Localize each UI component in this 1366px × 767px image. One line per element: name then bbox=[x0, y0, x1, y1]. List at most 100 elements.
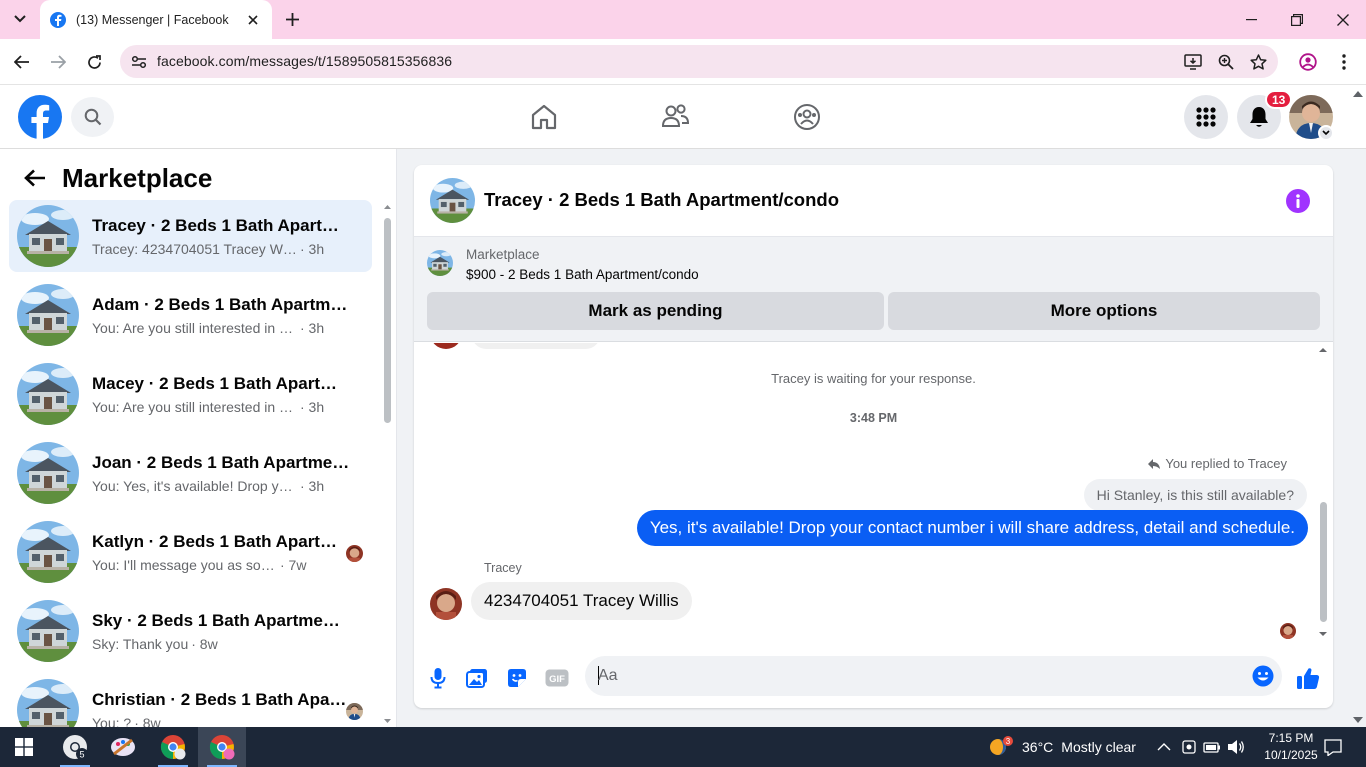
attach-photo-button[interactable] bbox=[461, 662, 493, 694]
plus-icon bbox=[285, 12, 299, 26]
arrow-right-icon bbox=[51, 55, 66, 69]
conversation-item[interactable]: Sky · 2 Beds 1 Bath Apartment/condo Sky:… bbox=[9, 595, 372, 667]
reload-button[interactable] bbox=[79, 47, 109, 77]
show-hidden-icons-button[interactable] bbox=[1155, 738, 1173, 756]
volume-icon[interactable] bbox=[1227, 738, 1245, 756]
system-clock[interactable]: 7:15 PM 10/1/2025 bbox=[1262, 730, 1320, 764]
reply-indicator-text: You replied to Tracey bbox=[1165, 456, 1287, 471]
taskbar-chrome-profile-1[interactable]: 5 bbox=[51, 727, 99, 767]
scrollbar-thumb[interactable] bbox=[384, 218, 391, 423]
voice-clip-button[interactable] bbox=[422, 662, 454, 694]
back-button[interactable] bbox=[7, 47, 37, 77]
kebab-menu-icon bbox=[1342, 54, 1346, 70]
scroll-down-icon bbox=[384, 719, 391, 723]
groups-nav-button[interactable] bbox=[789, 99, 825, 135]
panel-title: Marketplace bbox=[62, 162, 213, 193]
panel-header: Marketplace bbox=[18, 161, 212, 195]
facebook-logo-icon[interactable] bbox=[18, 95, 62, 139]
seen-indicator-avatar bbox=[346, 703, 363, 720]
send-like-button[interactable] bbox=[1292, 662, 1324, 694]
conversation-name: Macey · 2 Beds 1 Bath Apartment/condo bbox=[92, 373, 350, 393]
taskbar-app-paint[interactable] bbox=[99, 727, 147, 767]
scrollbar-thumb[interactable] bbox=[1320, 502, 1327, 622]
taskbar-chrome-profile-3-active[interactable] bbox=[198, 727, 246, 767]
emoji-button[interactable] bbox=[1252, 665, 1274, 687]
listing-title[interactable]: $900 - 2 Beds 1 Bath Apartment/condo bbox=[466, 267, 699, 282]
sender-avatar[interactable] bbox=[430, 588, 462, 620]
battery-icon[interactable] bbox=[1203, 738, 1221, 756]
account-chevron-icon[interactable] bbox=[1318, 125, 1334, 141]
incoming-message[interactable]: 4234704051 Tracey Willis bbox=[471, 582, 692, 620]
conversation-name: Joan · 2 Beds 1 Bath Apartment/condo bbox=[92, 452, 350, 472]
browser-tab-active[interactable]: (13) Messenger | Facebook bbox=[40, 0, 272, 39]
conversation-item[interactable]: Adam · 2 Beds 1 Bath Apartment/condo You… bbox=[9, 279, 372, 351]
grid-menu-icon bbox=[1196, 107, 1216, 127]
scroll-down-icon bbox=[1319, 632, 1327, 636]
conversation-time: · 3h bbox=[300, 398, 325, 415]
menu-button[interactable] bbox=[1184, 95, 1228, 139]
chat-title[interactable]: Tracey · 2 Beds 1 Bath Apartment/condo bbox=[484, 189, 839, 211]
taskbar-chrome-profile-2[interactable] bbox=[149, 727, 197, 767]
conversation-info-button[interactable] bbox=[1286, 189, 1310, 213]
home-nav-button[interactable] bbox=[526, 99, 562, 135]
chat-listing-avatar[interactable] bbox=[430, 178, 475, 223]
message-input[interactable]: Aa bbox=[585, 656, 1282, 696]
mark-as-pending-button[interactable]: Mark as pending bbox=[427, 292, 884, 330]
tab-search-button[interactable] bbox=[6, 6, 34, 32]
marketplace-listing-banner: Marketplace $900 - 2 Beds 1 Bath Apartme… bbox=[414, 237, 1333, 342]
conversation-item[interactable]: Christian · 2 Beds 1 Bath Apartment/cond… bbox=[9, 674, 372, 727]
close-tab-icon[interactable] bbox=[244, 11, 262, 29]
start-button[interactable] bbox=[0, 727, 48, 767]
conversation-time: · 3h bbox=[300, 240, 325, 257]
site-info-icon[interactable] bbox=[128, 51, 150, 73]
profile-button[interactable] bbox=[1293, 47, 1323, 77]
weather-widget[interactable]: 3 36°C Mostly clear bbox=[988, 727, 1136, 767]
chevron-up-icon bbox=[1157, 743, 1171, 751]
conversation-name: Tracey · 2 Beds 1 Bath Apartment/condo bbox=[92, 215, 350, 235]
browser-menu-button[interactable] bbox=[1329, 47, 1359, 77]
search-icon bbox=[84, 108, 101, 126]
facebook-favicon-icon bbox=[50, 11, 66, 28]
message-thread-scrollbar[interactable] bbox=[1318, 347, 1330, 637]
conversation-item[interactable]: Macey · 2 Beds 1 Bath Apartment/condo Yo… bbox=[9, 358, 372, 430]
close-window-button[interactable] bbox=[1320, 0, 1366, 39]
install-app-icon[interactable] bbox=[1182, 51, 1204, 73]
back-arrow-button[interactable] bbox=[18, 161, 52, 195]
gif-button[interactable]: GIF bbox=[541, 662, 573, 694]
more-options-button[interactable]: More options bbox=[888, 292, 1320, 330]
conversation-item[interactable]: Katlyn · 2 Beds 1 Bath Apartment/condo Y… bbox=[9, 516, 372, 588]
home-icon bbox=[531, 104, 557, 130]
meet-now-icon[interactable] bbox=[1180, 738, 1198, 756]
facebook-search-button[interactable] bbox=[71, 97, 114, 137]
new-tab-button[interactable] bbox=[280, 8, 304, 30]
page-scrollbar[interactable] bbox=[1350, 88, 1366, 726]
reply-indicator: You replied to Tracey bbox=[1147, 456, 1287, 471]
photo-icon bbox=[466, 669, 487, 688]
bookmark-star-icon[interactable] bbox=[1247, 51, 1269, 73]
restore-button[interactable] bbox=[1274, 0, 1320, 39]
conversation-item[interactable]: Joan · 2 Beds 1 Bath Apartment/condo You… bbox=[9, 437, 372, 509]
chevron-down-icon bbox=[14, 15, 26, 23]
thumbs-up-icon bbox=[1297, 668, 1320, 689]
microphone-icon bbox=[430, 668, 446, 689]
sticker-button[interactable] bbox=[501, 662, 533, 694]
chat-window: Tracey · 2 Beds 1 Bath Apartment/condo M… bbox=[414, 165, 1333, 708]
address-bar[interactable]: facebook.com/messages/t/1589505815356836 bbox=[120, 45, 1278, 78]
conversation-name: Katlyn · 2 Beds 1 Bath Apartment/condo bbox=[92, 531, 350, 551]
clock-date: 10/1/2025 bbox=[1264, 748, 1318, 762]
listing-thumbnail[interactable] bbox=[427, 250, 453, 276]
forward-button[interactable] bbox=[43, 47, 73, 77]
conversation-item[interactable]: Tracey · 2 Beds 1 Bath Apartment/condo T… bbox=[9, 200, 372, 272]
browser-tab-strip: (13) Messenger | Facebook bbox=[0, 0, 1366, 39]
outgoing-message[interactable]: Yes, it's available! Drop your contact n… bbox=[636, 510, 1308, 546]
zoom-icon[interactable] bbox=[1215, 51, 1237, 73]
friends-nav-button[interactable] bbox=[657, 99, 693, 135]
quoted-message[interactable]: Hi Stanley, is this still available? bbox=[1083, 479, 1307, 511]
weather-alert-badge: 3 bbox=[1006, 737, 1011, 746]
minimize-button[interactable] bbox=[1228, 0, 1274, 39]
notification-center-icon[interactable] bbox=[1324, 738, 1342, 756]
marketplace-label: Marketplace bbox=[466, 247, 540, 262]
friends-icon bbox=[661, 104, 689, 127]
seen-indicator-avatar bbox=[346, 545, 363, 562]
conversation-list-scrollbar[interactable] bbox=[383, 204, 392, 724]
